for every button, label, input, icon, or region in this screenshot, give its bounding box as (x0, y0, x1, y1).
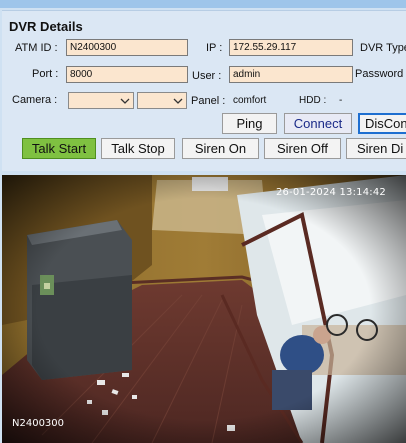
talk-start-button[interactable]: Talk Start (22, 138, 96, 159)
camera-feed[interactable]: 26-01-2024 13:14:42 N2400300 (2, 175, 406, 443)
chevron-down-icon (117, 93, 133, 108)
ip-label: IP : (206, 42, 223, 54)
feed-camera-id: N2400300 (12, 418, 65, 429)
port-label: Port : (32, 68, 59, 80)
siren-di-button[interactable]: Siren Di (346, 138, 406, 159)
connect-button[interactable]: Connect (284, 113, 352, 134)
hdd-value: - (339, 95, 343, 106)
atm-id-field[interactable]: N2400300 (66, 39, 188, 56)
password-label: Password (355, 68, 404, 80)
panel-title: DVR Details (9, 19, 83, 34)
panel-label: Panel : (191, 95, 226, 107)
ping-button[interactable]: Ping (222, 113, 277, 134)
atm-id-label: ATM ID : (15, 42, 58, 54)
window-top-strip (0, 0, 406, 8)
feed-timestamp: 26-01-2024 13:14:42 (275, 187, 386, 198)
siren-off-button[interactable]: Siren Off (264, 138, 341, 159)
camera-select[interactable] (68, 92, 134, 109)
camera-scene (2, 175, 406, 443)
disconnect-button[interactable]: DisCon (358, 113, 406, 134)
user-field[interactable]: admin (229, 66, 353, 83)
panel-value: comfort (233, 95, 267, 106)
dvr-type-label: DVR Type (360, 42, 406, 54)
channel-select[interactable] (137, 92, 187, 109)
dvr-details-panel: DVR Details ATM ID : N2400300 IP : 172.5… (2, 10, 406, 171)
chevron-down-icon (170, 93, 186, 108)
talk-stop-button[interactable]: Talk Stop (101, 138, 175, 159)
ip-field[interactable]: 172.55.29.117 (229, 39, 353, 56)
user-label: User : (192, 70, 222, 82)
camera-label: Camera : (12, 94, 58, 106)
port-field[interactable]: 8000 (66, 66, 188, 83)
siren-on-button[interactable]: Siren On (182, 138, 259, 159)
hdd-label: HDD : (299, 95, 327, 106)
